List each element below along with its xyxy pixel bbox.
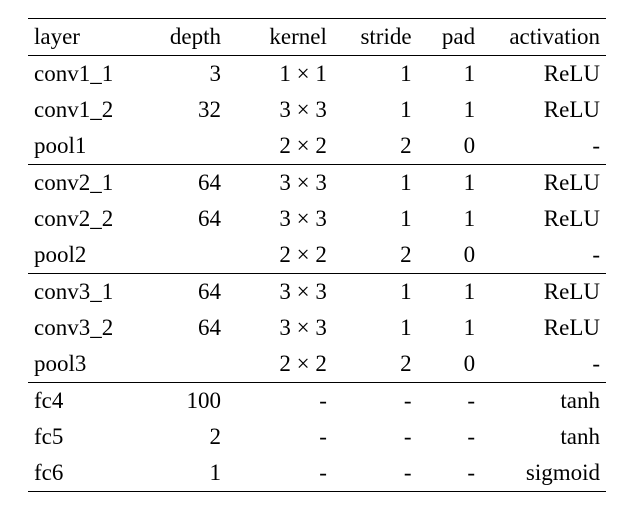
cell-stride: 1 [333, 92, 418, 128]
cell-layer: conv1_1 [28, 56, 142, 93]
cell-depth: 1 [142, 455, 227, 492]
cell-pad: 1 [418, 310, 482, 346]
cell-activation: ReLU [481, 310, 606, 346]
cell-layer: pool2 [28, 237, 142, 274]
cell-pad: - [418, 419, 482, 455]
cell-stride: - [333, 455, 418, 492]
col-activation: activation [481, 19, 606, 56]
table-row: conv2_1643 × 311ReLU [28, 165, 606, 202]
cell-stride: 1 [333, 165, 418, 202]
table-row: fc4100---tanh [28, 383, 606, 420]
cell-stride: 2 [333, 346, 418, 383]
cell-depth: 32 [142, 92, 227, 128]
cell-pad: 1 [418, 165, 482, 202]
cell-activation: ReLU [481, 56, 606, 93]
table-row: conv1_2323 × 311ReLU [28, 92, 606, 128]
table-row: pool3 2 × 220- [28, 346, 606, 383]
cell-depth: 64 [142, 274, 227, 311]
cell-depth: 64 [142, 201, 227, 237]
cell-layer: conv2_2 [28, 201, 142, 237]
table-row: conv3_2643 × 311ReLU [28, 310, 606, 346]
cell-kernel: - [227, 455, 333, 492]
architecture-table: layer depth kernel stride pad activation… [28, 18, 606, 492]
col-layer: layer [28, 19, 142, 56]
cell-pad: 1 [418, 56, 482, 93]
cell-layer: fc5 [28, 419, 142, 455]
cell-depth [142, 346, 227, 383]
cell-kernel: 2 × 2 [227, 128, 333, 165]
cell-kernel: - [227, 419, 333, 455]
cell-kernel: 1 × 1 [227, 56, 333, 93]
cell-depth: 64 [142, 310, 227, 346]
table-row: fc52---tanh [28, 419, 606, 455]
cell-pad: 1 [418, 201, 482, 237]
cell-activation: tanh [481, 419, 606, 455]
cell-stride: - [333, 383, 418, 420]
cell-depth [142, 128, 227, 165]
table-body: conv1_131 × 111ReLUconv1_2323 × 311ReLUp… [28, 56, 606, 492]
cell-layer: fc4 [28, 383, 142, 420]
cell-kernel: - [227, 383, 333, 420]
cell-kernel: 3 × 3 [227, 92, 333, 128]
table-row: conv1_131 × 111ReLU [28, 56, 606, 93]
cell-pad: 0 [418, 346, 482, 383]
cell-depth: 2 [142, 419, 227, 455]
cell-stride: 2 [333, 237, 418, 274]
col-kernel: kernel [227, 19, 333, 56]
cell-layer: pool3 [28, 346, 142, 383]
cell-kernel: 2 × 2 [227, 346, 333, 383]
cell-pad: - [418, 383, 482, 420]
table-header-row: layer depth kernel stride pad activation [28, 19, 606, 56]
col-pad: pad [418, 19, 482, 56]
cell-layer: conv3_1 [28, 274, 142, 311]
cell-activation: ReLU [481, 92, 606, 128]
table-row: conv2_2643 × 311ReLU [28, 201, 606, 237]
cell-pad: 1 [418, 92, 482, 128]
table-row: fc61---sigmoid [28, 455, 606, 492]
cell-activation: tanh [481, 383, 606, 420]
cell-layer: fc6 [28, 455, 142, 492]
cell-stride: 1 [333, 56, 418, 93]
cell-layer: conv2_1 [28, 165, 142, 202]
cell-kernel: 3 × 3 [227, 310, 333, 346]
cell-activation: - [481, 346, 606, 383]
cell-pad: - [418, 455, 482, 492]
cell-activation: sigmoid [481, 455, 606, 492]
cell-layer: pool1 [28, 128, 142, 165]
cell-activation: ReLU [481, 165, 606, 202]
cell-stride: - [333, 419, 418, 455]
cell-depth: 100 [142, 383, 227, 420]
table-row: conv3_1643 × 311ReLU [28, 274, 606, 311]
cell-stride: 1 [333, 310, 418, 346]
cell-kernel: 3 × 3 [227, 274, 333, 311]
cell-pad: 1 [418, 274, 482, 311]
cell-depth: 64 [142, 165, 227, 202]
table-row: pool1 2 × 220- [28, 128, 606, 165]
cell-kernel: 2 × 2 [227, 237, 333, 274]
cell-stride: 2 [333, 128, 418, 165]
cell-activation: ReLU [481, 274, 606, 311]
cell-activation: ReLU [481, 201, 606, 237]
cell-kernel: 3 × 3 [227, 201, 333, 237]
cell-depth [142, 237, 227, 274]
table-row: pool2 2 × 220- [28, 237, 606, 274]
col-depth: depth [142, 19, 227, 56]
cell-pad: 0 [418, 237, 482, 274]
cell-layer: conv3_2 [28, 310, 142, 346]
cell-pad: 0 [418, 128, 482, 165]
cell-depth: 3 [142, 56, 227, 93]
cell-activation: - [481, 128, 606, 165]
cell-activation: - [481, 237, 606, 274]
col-stride: stride [333, 19, 418, 56]
cell-kernel: 3 × 3 [227, 165, 333, 202]
cell-layer: conv1_2 [28, 92, 142, 128]
cell-stride: 1 [333, 274, 418, 311]
cell-stride: 1 [333, 201, 418, 237]
